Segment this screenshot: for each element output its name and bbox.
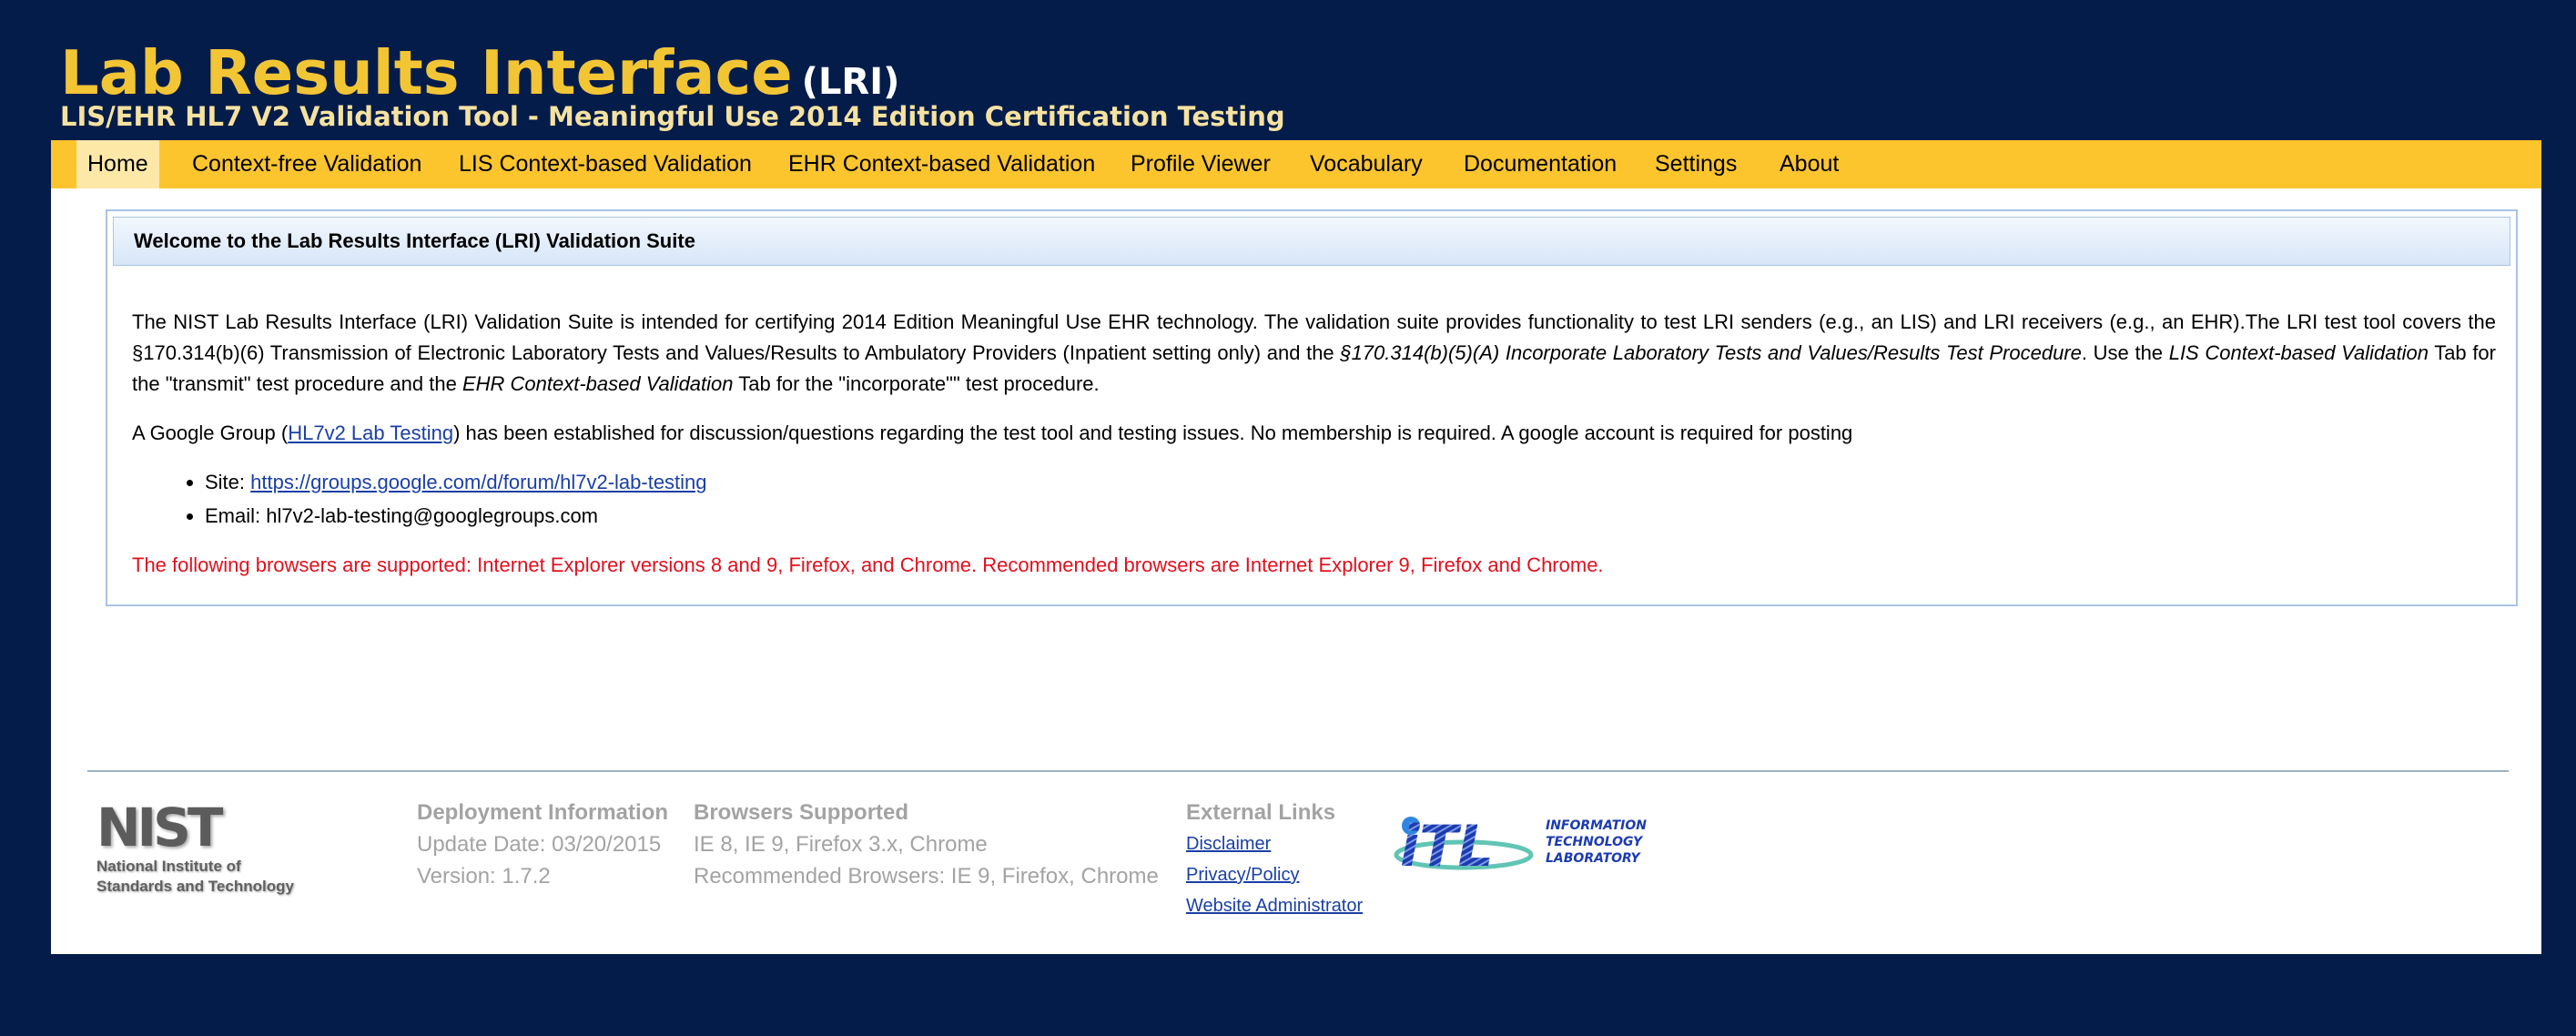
nist-logo-sub-line1: National Institute of xyxy=(96,858,241,875)
email-label: Email: xyxy=(205,504,267,527)
nav-home[interactable]: Home xyxy=(76,140,159,188)
main-nav: Home Context-free Validation LIS Context… xyxy=(51,140,2541,188)
site-label: Site: xyxy=(205,471,251,493)
version: Version: 1.7.2 xyxy=(417,864,551,889)
itl-logo-line2: TECHNOLOGY xyxy=(1546,835,1644,849)
contact-email: Email: hl7v2-lab-testing@googlegroups.co… xyxy=(205,499,2496,533)
site-url-link[interactable]: https://groups.google.com/d/forum/hl7v2-… xyxy=(250,471,706,493)
itl-logo-line3: LABORATORY xyxy=(1546,851,1642,866)
nav-about[interactable]: About xyxy=(1780,140,1839,188)
nav-settings[interactable]: Settings xyxy=(1655,140,1737,188)
privacy-policy-link[interactable]: Privacy/Policy xyxy=(1186,859,1363,890)
disclaimer-link[interactable]: Disclaimer xyxy=(1186,828,1363,859)
deployment-heading: Deployment Information xyxy=(417,800,669,825)
intro-text-4: Tab for the "incorporate"" test procedur… xyxy=(733,372,1100,395)
itl-logo-graphic: iTL INFORMATION TECHNOLOGY LABORATORY xyxy=(1394,813,1647,879)
deployment-info: Deployment Information Update Date: 03/2… xyxy=(417,797,668,892)
browsers-heading: Browsers Supported xyxy=(694,800,909,825)
browser-warning: The following browsers are supported: In… xyxy=(132,554,1604,576)
nav-documentation[interactable]: Documentation xyxy=(1464,140,1617,188)
nist-logo-subtitle: National Institute of Standards and Techn… xyxy=(96,857,294,897)
app-title-abbr: (LRI) xyxy=(801,61,900,103)
welcome-body: The NIST Lab Results Interface (LRI) Val… xyxy=(132,307,2496,581)
intro-text-2: . Use the xyxy=(2081,341,2169,364)
intro-procedure-name: §170.314(b)(5)(A) Incorporate Laboratory… xyxy=(1340,341,2082,364)
footer-divider xyxy=(87,770,2509,772)
browsers-supported: Browsers Supported IE 8, IE 9, Firefox 3… xyxy=(694,797,1159,892)
nav-vocabulary[interactable]: Vocabulary xyxy=(1310,140,1423,188)
nav-context-free-validation[interactable]: Context-free Validation xyxy=(192,140,421,188)
nist-logo: NIST National Institute of Standards and … xyxy=(96,797,294,900)
itl-logo-line1: INFORMATION xyxy=(1546,818,1647,833)
nav-lis-context-based-validation[interactable]: LIS Context-based Validation xyxy=(459,140,752,188)
google-group-link[interactable]: HL7v2 Lab Testing xyxy=(288,422,453,444)
welcome-heading: Welcome to the Lab Results Interface (LR… xyxy=(113,217,2510,266)
google-group-text-2: ) has been established for discussion/qu… xyxy=(453,422,1853,444)
welcome-panel: Welcome to the Lab Results Interface (LR… xyxy=(106,209,2518,606)
browsers-supported-list: IE 8, IE 9, Firefox 3.x, Chrome xyxy=(694,832,988,857)
intro-paragraph: The NIST Lab Results Interface (LRI) Val… xyxy=(132,307,2496,402)
email-address: hl7v2-lab-testing@googlegroups.com xyxy=(266,504,599,527)
external-links-heading: External Links xyxy=(1186,800,1336,825)
website-administrator-link[interactable]: Website Administrator xyxy=(1186,890,1363,921)
main-content: Welcome to the Lab Results Interface (LR… xyxy=(51,188,2541,954)
intro-lis-tab-name: LIS Context-based Validation xyxy=(2168,341,2429,364)
update-date: Update Date: 03/20/2015 xyxy=(417,832,662,857)
contact-list: Site: https://groups.google.com/d/forum/… xyxy=(132,465,2496,533)
nist-logo-word: NIST xyxy=(96,797,223,858)
google-group-paragraph: A Google Group (HL7v2 Lab Testing) has b… xyxy=(132,418,2496,449)
external-links: External Links Disclaimer Privacy/Policy… xyxy=(1186,797,1363,921)
intro-ehr-tab-name: EHR Context-based Validation xyxy=(461,372,734,395)
app-subtitle: LIS/EHR HL7 V2 Validation Tool - Meaning… xyxy=(60,101,1285,132)
itl-logo: iTL INFORMATION TECHNOLOGY LABORATORY xyxy=(1391,802,1673,884)
nav-ehr-context-based-validation[interactable]: EHR Context-based Validation xyxy=(788,140,1095,188)
nist-logo-sub-line2: Standards and Technology xyxy=(96,878,294,895)
google-group-text-1: A Google Group ( xyxy=(132,422,289,444)
contact-site: Site: https://groups.google.com/d/forum/… xyxy=(205,465,2496,499)
browsers-recommended: Recommended Browsers: IE 9, Firefox, Chr… xyxy=(694,864,1159,889)
nav-profile-viewer[interactable]: Profile Viewer xyxy=(1131,140,1271,188)
itl-logo-word: iTL xyxy=(1400,813,1494,879)
